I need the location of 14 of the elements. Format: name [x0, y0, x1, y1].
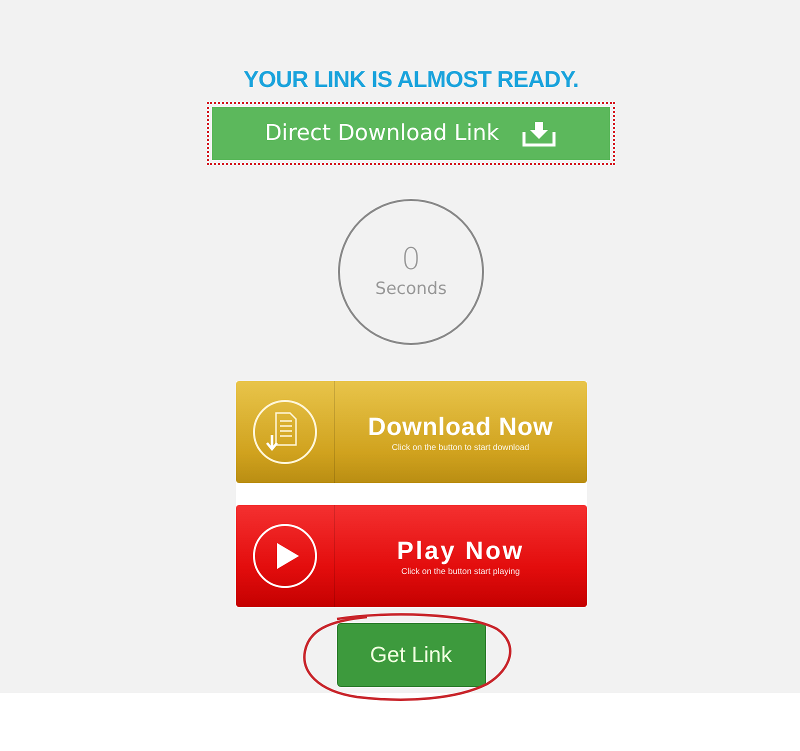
play-now-button[interactable]: Play Now Click on the button start playing	[236, 505, 586, 607]
heading: YOUR LINK IS ALMOST READY.	[244, 66, 578, 93]
direct-download-button[interactable]: Direct Download Link	[212, 107, 610, 160]
countdown-unit: Seconds	[375, 279, 447, 299]
button-title: Play Now	[396, 536, 524, 566]
document-download-icon	[252, 399, 318, 465]
button-subtitle: Click on the button start playing	[401, 566, 520, 576]
download-icon	[521, 120, 558, 148]
get-link-button[interactable]: Get Link	[336, 623, 486, 687]
button-subtitle: Click on the button to start download	[392, 442, 530, 452]
play-icon	[252, 523, 318, 589]
button-title: Download Now	[368, 412, 554, 442]
download-now-button[interactable]: Download Now Click on the button to start download	[236, 381, 586, 483]
countdown-value: 0	[401, 245, 421, 275]
